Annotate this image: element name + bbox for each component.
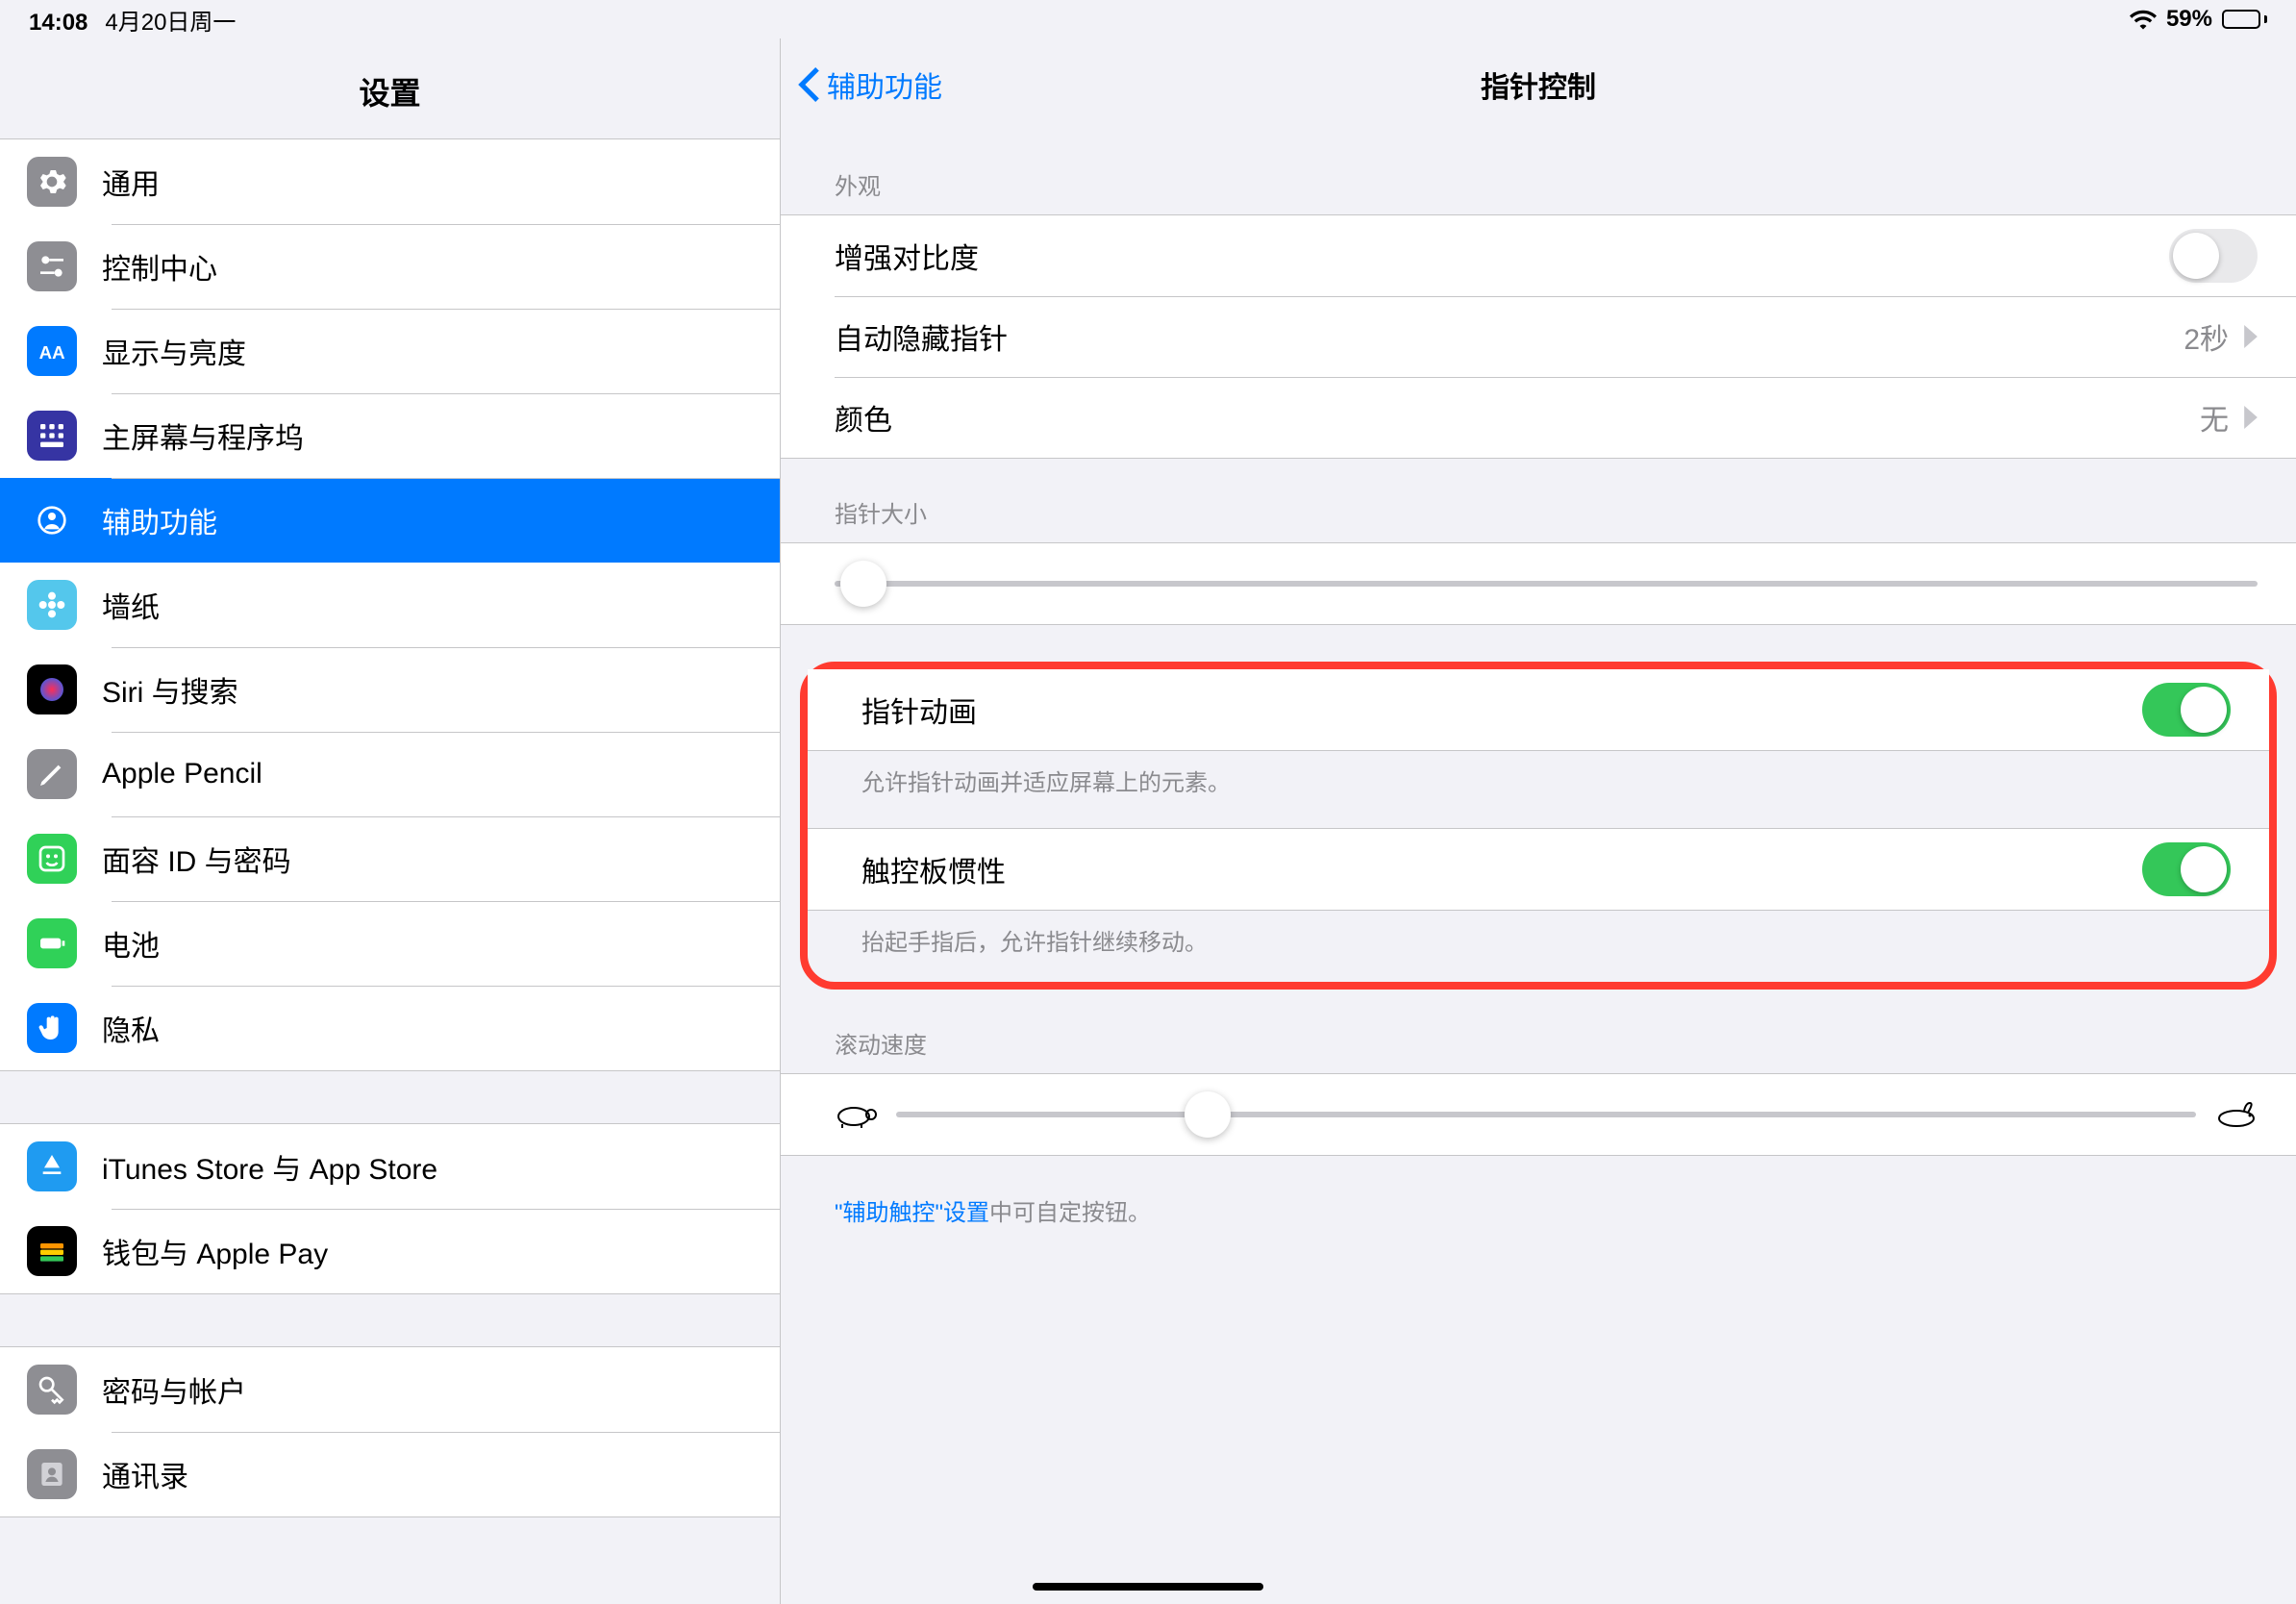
back-button[interactable]: 辅助功能 <box>781 63 942 106</box>
aa-icon: AA <box>27 326 77 376</box>
footer-note: "辅助触控"设置中可自定按钮。 <box>781 1156 2296 1231</box>
row-contrast[interactable]: 增强对比度 <box>781 215 2296 296</box>
sidebar-item-label: 钱包与 Apple Pay <box>102 1230 328 1272</box>
section-header-pointer-size: 指针大小 <box>781 459 2296 542</box>
page-title: 指针控制 <box>781 63 2296 106</box>
pencil-icon <box>27 749 77 799</box>
assistive-touch-link[interactable]: "辅助触控"设置 <box>835 1200 989 1226</box>
sidebar-item-label: 密码与帐户 <box>102 1368 246 1411</box>
section-header-appearance: 外观 <box>781 131 2296 214</box>
back-label: 辅助功能 <box>827 63 942 106</box>
sidebar-item-label: 通用 <box>102 161 160 203</box>
row-autohide[interactable]: 自动隐藏指针 2秒 <box>781 296 2296 377</box>
sidebar-item-label: Apple Pencil <box>102 758 262 790</box>
sidebar-item-label: iTunes Store 与 App Store <box>102 1145 437 1188</box>
person-icon <box>27 495 77 545</box>
sidebar-item-passwords[interactable]: 密码与帐户 <box>0 1347 780 1432</box>
rabbit-icon <box>2215 1101 2258 1128</box>
trackpad-inertia-toggle[interactable] <box>2142 842 2231 896</box>
sidebar-item-label: 通讯录 <box>102 1453 188 1495</box>
chevron-right-icon <box>2244 406 2258 429</box>
sidebar-item-label: 墙纸 <box>102 584 160 626</box>
sidebar-item-home-screen[interactable]: 主屏幕与程序坞 <box>0 393 780 478</box>
flower-icon <box>27 580 77 630</box>
row-color[interactable]: 颜色 无 <box>781 377 2296 458</box>
color-label: 颜色 <box>835 396 2200 439</box>
settings-sidebar: 设置 通用控制中心 AA 显示与亮度主屏幕与程序坞辅助功能墙纸 Siri 与搜索 App… <box>0 38 781 1604</box>
sidebar-item-label: 主屏幕与程序坞 <box>102 414 304 457</box>
pointer-anim-footer: 允许指针动画并适应屏幕上的元素。 <box>808 751 2269 801</box>
sidebar-item-control-center[interactable]: 控制中心 <box>0 224 780 309</box>
sidebar-item-label: 显示与亮度 <box>102 330 246 372</box>
sidebar-item-itunes[interactable]: iTunes Store 与 App Store <box>0 1124 780 1209</box>
pointer-size-slider[interactable] <box>781 543 2296 624</box>
sidebar-item-siri[interactable]: Siri 与搜索 <box>0 647 780 732</box>
sidebar-item-wallet[interactable]: 钱包与 Apple Pay <box>0 1209 780 1293</box>
face-icon <box>27 834 77 884</box>
highlight-annotation: 指针动画 允许指针动画并适应屏幕上的元素。 触控板惯性 抬起手指后，允许指针继续… <box>800 662 2277 990</box>
appstore-icon <box>27 1141 77 1191</box>
pointer-anim-label: 指针动画 <box>861 689 2142 731</box>
row-pointer-anim[interactable]: 指针动画 <box>808 669 2269 750</box>
sidebar-item-label: 控制中心 <box>102 245 217 288</box>
sidebar-item-label: 面容 ID 与密码 <box>102 838 291 880</box>
footer-rest: 中可自定按钮。 <box>989 1200 1151 1226</box>
scroll-speed-slider[interactable] <box>781 1074 2296 1155</box>
status-time: 14:08 <box>29 10 87 37</box>
gear-icon <box>27 157 77 207</box>
turtle-icon <box>835 1101 877 1128</box>
wallet-icon <box>27 1226 77 1276</box>
sidebar-item-general[interactable]: 通用 <box>0 139 780 224</box>
sidebar-item-display[interactable]: AA 显示与亮度 <box>0 309 780 393</box>
grid-icon <box>27 411 77 461</box>
section-header-scroll: 滚动速度 <box>781 990 2296 1073</box>
sidebar-item-battery[interactable]: 电池 <box>0 901 780 986</box>
home-indicator[interactable] <box>1033 1583 1263 1591</box>
status-date: 4月20日周一 <box>105 3 236 37</box>
autohide-label: 自动隐藏指针 <box>835 315 2184 358</box>
trackpad-inertia-label: 触控板惯性 <box>861 848 2142 890</box>
sidebar-item-privacy[interactable]: 隐私 <box>0 986 780 1070</box>
battery-pct: 59% <box>2166 6 2212 33</box>
sidebar-item-wallpaper[interactable]: 墙纸 <box>0 563 780 647</box>
contrast-label: 增强对比度 <box>835 235 2169 277</box>
contacts-icon <box>27 1449 77 1499</box>
battery-icon <box>2222 10 2267 29</box>
color-value: 无 <box>2200 396 2229 439</box>
detail-header: 辅助功能 指针控制 <box>781 38 2296 131</box>
sidebar-title: 设置 <box>0 38 780 138</box>
key-icon <box>27 1365 77 1415</box>
sidebar-item-accessibility[interactable]: 辅助功能 <box>0 478 780 563</box>
trackpad-inertia-footer: 抬起手指后，允许指针继续移动。 <box>808 911 2269 961</box>
sidebar-item-label: 辅助功能 <box>102 499 217 541</box>
autohide-value: 2秒 <box>2184 315 2229 358</box>
chevron-right-icon <box>2244 325 2258 348</box>
sidebar-item-label: 隐私 <box>102 1007 160 1049</box>
detail-pane: 辅助功能 指针控制 外观 增强对比度 自动隐藏指针 2秒 <box>781 38 2296 1604</box>
chevron-left-icon <box>798 67 819 102</box>
sidebar-item-label: Siri 与搜索 <box>102 668 238 711</box>
status-bar: 14:08 4月20日周一 59% <box>0 0 2296 38</box>
sidebar-item-pencil[interactable]: Apple Pencil <box>0 732 780 816</box>
sidebar-item-label: 电池 <box>102 922 160 965</box>
switches-icon <box>27 241 77 291</box>
siri-icon <box>27 664 77 714</box>
svg-text:AA: AA <box>39 342 65 363</box>
wifi-icon <box>2130 9 2157 30</box>
battery-icon <box>27 918 77 968</box>
hand-icon <box>27 1003 77 1053</box>
contrast-toggle[interactable] <box>2169 229 2258 283</box>
sidebar-item-faceid[interactable]: 面容 ID 与密码 <box>0 816 780 901</box>
sidebar-item-contacts[interactable]: 通讯录 <box>0 1432 780 1516</box>
pointer-anim-toggle[interactable] <box>2142 683 2231 737</box>
row-trackpad-inertia[interactable]: 触控板惯性 <box>808 829 2269 910</box>
